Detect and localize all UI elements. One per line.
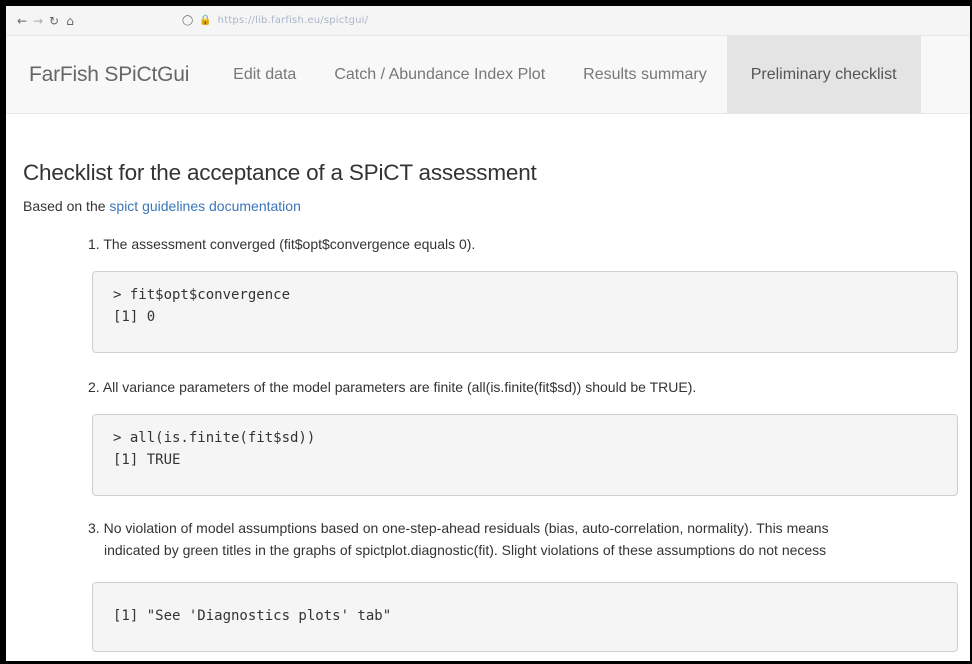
item-text-line-2: indicated by green titles in the graphs … [104, 542, 827, 558]
app-brand[interactable]: FarFish SPiCtGui [6, 36, 213, 113]
code-line: [1] TRUE [113, 452, 181, 468]
intro-prefix: Based on the [23, 198, 106, 214]
item-text: No violation of model assumptions based … [103, 520, 829, 536]
item-text: All variance parameters of the model par… [102, 379, 697, 395]
page-title: Checklist for the acceptance of a SPiCT … [23, 160, 537, 185]
back-icon[interactable]: ← [14, 14, 30, 28]
code-output-1: > fit$opt$convergence [1] 0 [92, 271, 958, 353]
checklist: 1. The assessment converged (fit$opt$con… [28, 214, 958, 652]
checklist-item-1: 1. The assessment converged (fit$opt$con… [88, 233, 475, 255]
shield-icon: ◯ [182, 15, 194, 26]
code-line: > all(is.finite(fit$sd)) [113, 430, 316, 446]
browser-window: ← → ↻ ⌂ ◯ 🔒 https://lib.farfish.eu/spict… [6, 6, 970, 661]
lock-icon: 🔒 [199, 15, 212, 26]
home-icon[interactable]: ⌂ [62, 14, 78, 28]
forward-icon[interactable]: → [30, 14, 46, 28]
tab-preliminary-checklist[interactable]: Preliminary checklist [726, 36, 921, 113]
item-number: 3. [88, 520, 100, 536]
main-content: Checklist for the acceptance of a SPiCT … [6, 160, 970, 652]
tab-catch-abundance-plot[interactable]: Catch / Abundance Index Plot [314, 36, 563, 113]
tab-results-summary[interactable]: Results summary [563, 36, 725, 113]
item-number: 1. [88, 236, 100, 252]
tab-edit-data[interactable]: Edit data [213, 36, 314, 113]
guidelines-link[interactable]: spict guidelines documentation [109, 198, 300, 214]
reload-icon[interactable]: ↻ [46, 14, 62, 28]
intro-text: Based on the spict guidelines documentat… [23, 198, 948, 214]
checklist-item-2: 2. All variance parameters of the model … [88, 376, 696, 398]
code-line: [1] 0 [113, 309, 156, 325]
code-output-3: [1] "See 'Diagnostics plots' tab" [92, 582, 958, 652]
code-line: [1] "See 'Diagnostics plots' tab" [113, 608, 392, 624]
url-text[interactable]: https://lib.farfish.eu/spictgui/ [218, 15, 369, 26]
item-text-line-1: 3. No violation of model assumptions bas… [88, 517, 829, 539]
checklist-item-3: 3. No violation of model assumptions bas… [88, 517, 829, 561]
item-number: 2. [88, 379, 100, 395]
app-navbar: FarFish SPiCtGui Edit data Catch / Abund… [6, 36, 970, 114]
item-text: The assessment converged (fit$opt$conver… [103, 236, 476, 252]
code-output-2: > all(is.finite(fit$sd)) [1] TRUE [92, 414, 958, 496]
browser-toolbar: ← → ↻ ⌂ ◯ 🔒 https://lib.farfish.eu/spict… [6, 6, 970, 36]
code-line: > fit$opt$convergence [113, 287, 291, 303]
address-bar[interactable]: ◯ 🔒 https://lib.farfish.eu/spictgui/ [182, 15, 368, 26]
